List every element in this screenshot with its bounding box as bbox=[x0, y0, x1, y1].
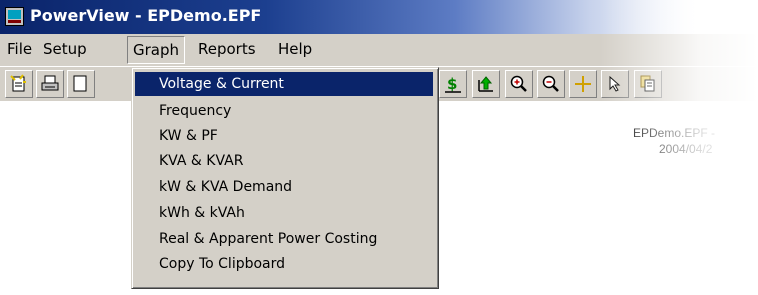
new-file-icon bbox=[10, 74, 26, 92]
window-title: PowerView - EPDemo.EPF bbox=[30, 6, 262, 25]
menu-reports[interactable]: Reports bbox=[193, 40, 261, 58]
menu-item-copy-to-clipboard[interactable]: Copy To Clipboard bbox=[135, 252, 433, 276]
print-button[interactable] bbox=[36, 70, 64, 98]
copy-button[interactable] bbox=[634, 70, 662, 98]
menu-item-voltage-current[interactable]: Voltage & Current bbox=[135, 72, 433, 96]
menu-file[interactable]: File bbox=[2, 40, 37, 58]
powerview-app-icon[interactable] bbox=[5, 7, 24, 26]
menu-item-kwh-kvah[interactable]: kWh & kVAh bbox=[135, 201, 433, 225]
cost-button[interactable]: $ bbox=[439, 70, 467, 98]
export-up-icon bbox=[478, 76, 493, 92]
document-filename: EPDemo.EPF - bbox=[633, 126, 716, 140]
menu-graph[interactable]: Graph bbox=[127, 36, 186, 64]
menu-item-kw-pf[interactable]: KW & PF bbox=[135, 124, 433, 148]
menu-bar: File Setup Graph Reports Help bbox=[0, 34, 758, 66]
menu-setup[interactable]: Setup bbox=[38, 40, 92, 58]
pointer-icon bbox=[609, 75, 621, 92]
title-bar[interactable]: PowerView - EPDemo.EPF bbox=[0, 0, 758, 34]
crosshair-button[interactable] bbox=[569, 70, 597, 98]
zoom-in-button[interactable] bbox=[505, 70, 533, 98]
cost-icon: $ bbox=[445, 75, 461, 93]
zoom-out-button[interactable] bbox=[537, 70, 565, 98]
document-icon bbox=[73, 75, 87, 92]
menu-help[interactable]: Help bbox=[273, 40, 317, 58]
copy-icon bbox=[640, 75, 655, 92]
print-icon bbox=[41, 75, 59, 91]
menu-item-power-costing[interactable]: Real & Apparent Power Costing bbox=[135, 227, 433, 251]
zoom-in-icon bbox=[510, 75, 527, 92]
crosshair-icon bbox=[575, 76, 591, 92]
document-button[interactable] bbox=[67, 70, 95, 98]
menu-item-kw-kva-demand[interactable]: kW & KVA Demand bbox=[135, 175, 433, 199]
svg-text:$: $ bbox=[447, 75, 457, 93]
zoom-out-icon bbox=[542, 75, 559, 92]
export-up-button[interactable] bbox=[472, 70, 500, 98]
menu-item-kva-kvar[interactable]: KVA & KVAR bbox=[135, 149, 433, 173]
graph-menu-dropdown: Voltage & Current Frequency KW & PF KVA … bbox=[131, 67, 439, 289]
document-date: 2004/04/2 bbox=[659, 142, 713, 156]
new-file-button[interactable] bbox=[5, 70, 33, 98]
menu-item-frequency[interactable]: Frequency bbox=[135, 99, 433, 123]
pointer-button[interactable] bbox=[601, 70, 629, 98]
